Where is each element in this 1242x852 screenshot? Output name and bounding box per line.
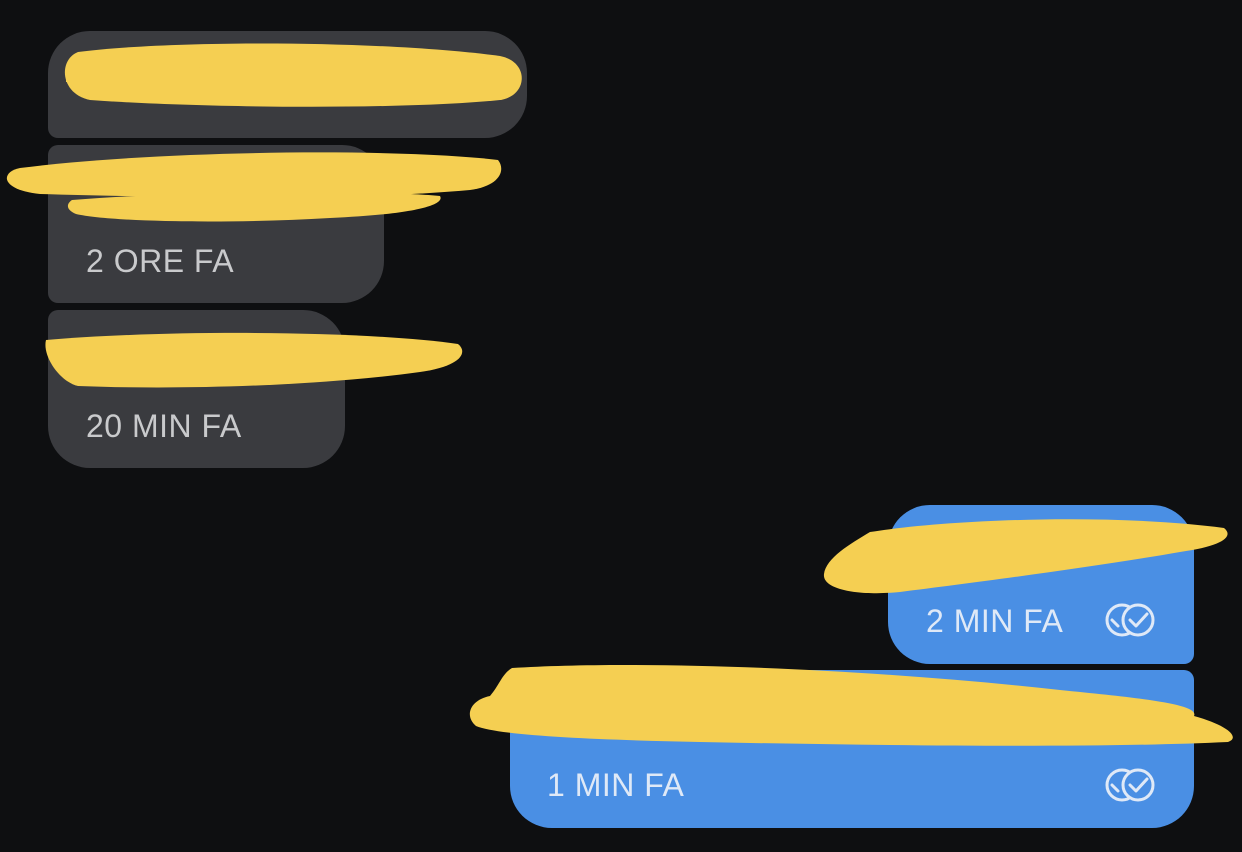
incoming-message-2[interactable]: 2 ORE FA (48, 145, 384, 303)
message-timestamp: 2 ORE FA (86, 243, 235, 279)
incoming-message-1[interactable] (48, 31, 527, 138)
message-timestamp: 20 MIN FA (86, 408, 242, 444)
incoming-message-3[interactable]: 20 MIN FA (48, 310, 345, 468)
message-timestamp: 2 MIN FA (926, 603, 1064, 639)
outgoing-message-1[interactable]: 2 MIN FA (888, 505, 1194, 664)
outgoing-message-2[interactable]: 1 MIN FA (510, 670, 1194, 828)
chat-thread: 2 ORE FA 20 MIN FA 2 MIN FA 1 MIN FA (0, 0, 1242, 852)
message-timestamp: 1 MIN FA (547, 767, 685, 803)
double-check-icon (1105, 768, 1155, 802)
double-check-icon (1105, 603, 1155, 637)
